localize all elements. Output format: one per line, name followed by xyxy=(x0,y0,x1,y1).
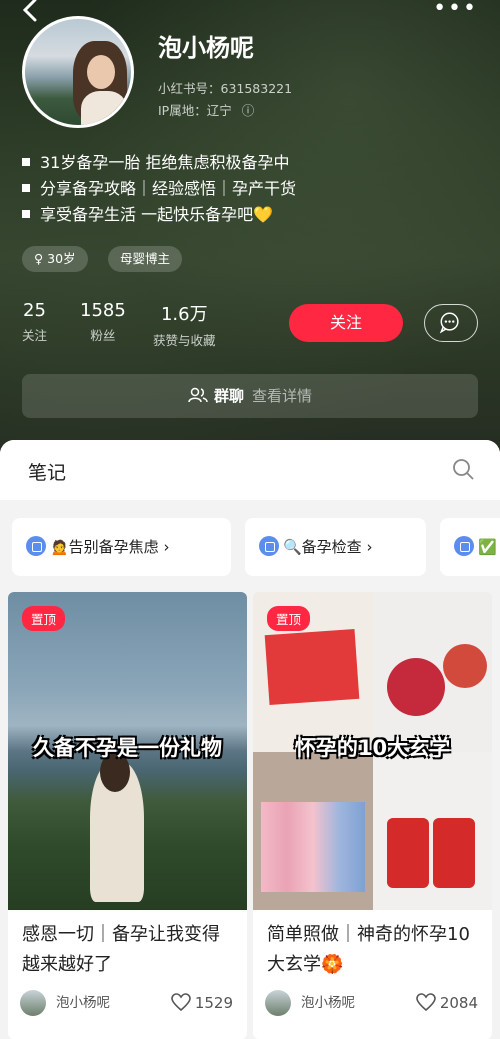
like-button[interactable]: 1529 xyxy=(171,990,233,1016)
avatar[interactable] xyxy=(22,16,134,128)
notes-header: 笔记 xyxy=(0,440,500,500)
author-name: 泡小杨呢 xyxy=(56,995,110,1011)
collection-icon xyxy=(259,535,279,556)
collection-label: ✅ xyxy=(478,538,497,556)
group-chat-label: 群聊 xyxy=(213,387,244,405)
category-tag: 母婴博主 xyxy=(108,246,183,272)
collection-icon xyxy=(26,535,46,556)
stat-value: 25 xyxy=(23,300,46,321)
cover-overlay-text: 久备不孕是一份礼物 xyxy=(33,736,222,760)
note-title: 感恩一切｜备孕让我变得越来越好了 xyxy=(22,924,220,975)
stat-label: 粉丝 xyxy=(90,328,116,343)
notes-tab[interactable]: 笔记 xyxy=(28,458,66,485)
author-avatar xyxy=(20,990,46,1016)
bio-line: 分享备孕攻略｜经验感悟｜孕产干货 xyxy=(22,176,296,202)
bio-line: 享受备孕生活 一起快乐备孕吧💛 xyxy=(22,202,296,228)
message-button[interactable] xyxy=(424,304,478,342)
note-title: 简单照做｜神奇的怀孕10大玄学🏵️ xyxy=(267,924,470,975)
red-id: 小红书号：631583221 xyxy=(158,81,293,96)
note-card[interactable]: 置顶 久备不孕是一份礼物 感恩一切｜备孕让我变得越来越好了 泡小杨呢 1529 xyxy=(8,592,247,1039)
stat-likes-collects[interactable]: 1.6万 获赞与收藏 xyxy=(153,300,216,349)
group-icon xyxy=(188,387,208,402)
note-author[interactable]: 泡小杨呢 xyxy=(265,990,355,1016)
like-count: 2084 xyxy=(439,994,478,1012)
author-avatar xyxy=(265,990,291,1016)
search-icon[interactable] xyxy=(452,458,474,480)
collection-chip[interactable]: 🙍告别备孕焦虑 › xyxy=(12,518,231,576)
chevron-left-icon[interactable] xyxy=(18,0,44,26)
group-detail-link: 查看详情 xyxy=(252,387,313,405)
stat-label: 获赞与收藏 xyxy=(153,333,216,348)
stat-label: 关注 xyxy=(22,328,48,343)
ip-location-text: IP属地：辽宁 xyxy=(158,103,232,118)
profile-header: ••• 泡小杨呢 小红书号：631583221 IP属地：辽宁 ⓘ 31岁备孕一… xyxy=(0,0,500,470)
pinned-badge: 置顶 xyxy=(22,606,66,631)
notes-section: 笔记 🙍告别备孕焦虑 › 🔍备孕检查 › ✅ 置顶 久备不孕是一份礼物 感恩一切… xyxy=(0,440,500,1039)
ip-location: IP属地：辽宁 ⓘ xyxy=(158,100,254,119)
like-button[interactable]: 2084 xyxy=(416,990,478,1016)
profile-name: 泡小杨呢 xyxy=(158,34,254,62)
chat-icon xyxy=(439,312,459,334)
stat-following[interactable]: 25 关注 xyxy=(22,300,47,344)
stat-followers[interactable]: 1585 粉丝 xyxy=(80,300,126,344)
like-count: 1529 xyxy=(194,994,233,1012)
pinned-badge: 置顶 xyxy=(267,606,311,631)
note-card[interactable]: 置顶 怀孕的10大玄学 简单照做｜神奇的怀孕10大玄学🏵️ 泡小杨呢 2084 xyxy=(253,592,492,1039)
collection-label: 🙍告别备孕焦虑 › xyxy=(50,538,170,556)
cover-overlay-text: 怀孕的10大玄学 xyxy=(294,736,451,760)
collection-chip[interactable]: 🔍备孕检查 › xyxy=(245,518,426,576)
more-dots-icon[interactable]: ••• xyxy=(433,0,478,20)
group-chat-bar[interactable]: 群聊 查看详情 xyxy=(22,374,478,418)
collection-label: 🔍备孕检查 › xyxy=(283,538,373,556)
info-icon[interactable]: ⓘ xyxy=(242,103,255,118)
stat-value: 1585 xyxy=(80,300,126,321)
follow-button[interactable]: 关注 xyxy=(289,304,403,342)
age-tag: ♀ 30岁 xyxy=(22,246,88,272)
note-author[interactable]: 泡小杨呢 xyxy=(20,990,110,1016)
collection-icon xyxy=(454,535,474,556)
bio-line: 31岁备孕一胎 拒绝焦虑积极备孕中 xyxy=(22,150,296,176)
bio: 31岁备孕一胎 拒绝焦虑积极备孕中 分享备孕攻略｜经验感悟｜孕产干货 享受备孕生… xyxy=(22,150,296,228)
heart-icon xyxy=(416,992,436,1011)
collection-chip[interactable]: ✅ xyxy=(440,518,500,576)
stat-value: 1.6万 xyxy=(160,304,208,325)
heart-icon xyxy=(171,992,191,1011)
author-name: 泡小杨呢 xyxy=(301,995,355,1011)
